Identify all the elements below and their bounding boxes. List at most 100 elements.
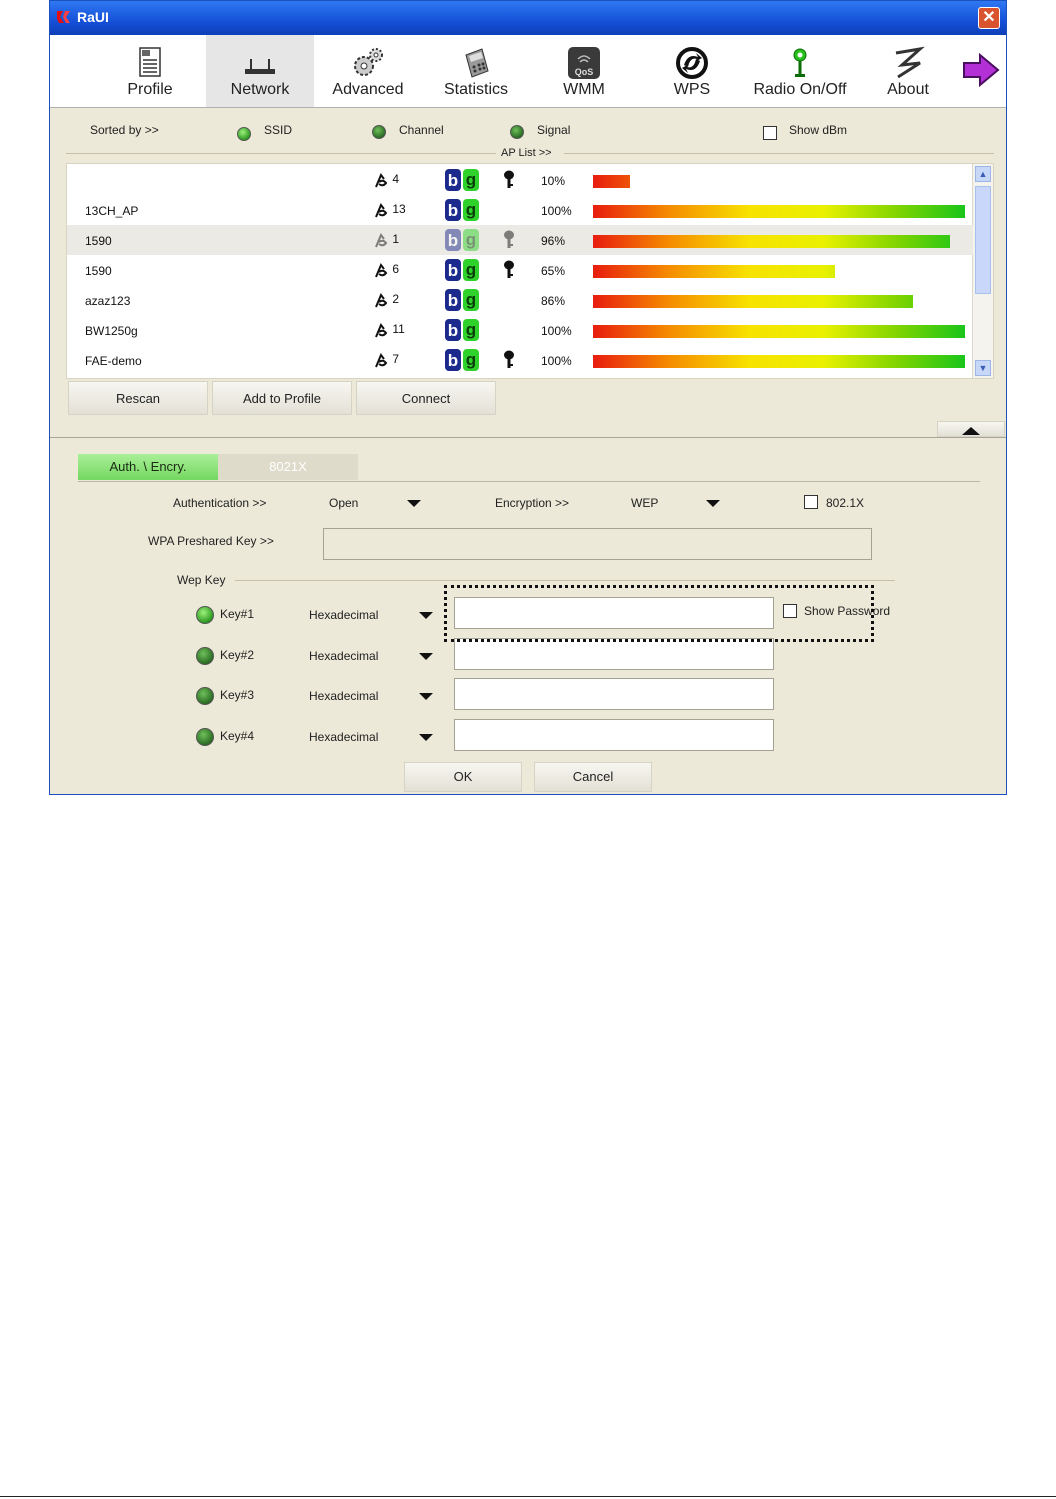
toolbar-profile-label: Profile — [127, 81, 173, 98]
channel-icon — [375, 263, 388, 278]
wep-key-radio[interactable] — [196, 646, 214, 665]
channel-icon — [375, 323, 388, 338]
toolbar-about-button[interactable]: About — [854, 35, 962, 107]
bg-mode-icon: bg — [445, 169, 479, 191]
main-toolbar: Profile Network Advanced Statistics QoS … — [50, 35, 1006, 108]
ap-channel: 2 — [373, 291, 399, 309]
encryption-select[interactable]: WEP — [631, 496, 658, 510]
wep-key-name: Key#1 — [220, 607, 255, 621]
wep-key-input[interactable] — [454, 718, 774, 751]
wep-key-input[interactable] — [454, 637, 774, 670]
window-title: RaUI — [77, 9, 109, 25]
ap-channel: 13 — [373, 201, 406, 219]
sort-ssid-radio[interactable] — [237, 127, 251, 141]
show-dbm-label: Show dBm — [789, 123, 848, 137]
wpa-psk-field[interactable] — [323, 528, 872, 560]
toolbar-wmm-label: WMM — [563, 81, 605, 98]
toolbar-about-label: About — [887, 81, 929, 98]
wep-key-label: Wep Key — [177, 573, 226, 587]
ap-ssid: 1590 — [85, 234, 112, 248]
ap-list-row[interactable]: azaz123 2 b g 86% — [67, 285, 973, 315]
channel-icon — [375, 173, 388, 188]
ap-list-row[interactable]: 13CH_AP 13 b g 100% — [67, 195, 973, 225]
rescan-button[interactable]: Rescan — [68, 381, 208, 415]
section-divider — [50, 437, 1006, 438]
wep-key-format-dropdown-icon[interactable] — [419, 612, 433, 619]
svg-text:g: g — [466, 170, 476, 189]
lock-key-icon — [504, 260, 514, 278]
channel-icon — [375, 293, 388, 308]
router-icon — [245, 59, 275, 74]
ap-list-row-partial[interactable] — [67, 375, 973, 378]
ralink-logo-icon — [57, 11, 70, 23]
cancel-button[interactable]: Cancel — [534, 762, 652, 792]
ok-button[interactable]: OK — [404, 762, 522, 792]
wep-key-format-dropdown-icon[interactable] — [419, 733, 433, 741]
wpa-psk-label: WPA Preshared Key >> — [148, 534, 274, 548]
dot1x-checkbox[interactable] — [804, 495, 818, 509]
highlight-frame — [444, 585, 874, 642]
svg-text:b: b — [448, 231, 458, 250]
wep-key-format-select[interactable]: Hexadecimal — [309, 689, 378, 703]
collapse-button[interactable] — [937, 421, 1005, 437]
toolbar-network-label: Network — [230, 81, 290, 98]
ap-list-row[interactable]: 1590 6 b g 65% — [67, 255, 973, 285]
connect-button[interactable]: Connect — [356, 381, 496, 415]
toolbar-wmm-button[interactable]: QoS WMM — [530, 35, 638, 107]
ap-list-scrollbar[interactable]: ▲ ▼ — [972, 164, 993, 378]
wep-key-radio[interactable] — [196, 606, 214, 624]
wep-key-radio[interactable] — [196, 727, 214, 746]
ap-channel-number: 1 — [392, 232, 400, 247]
add-to-profile-button[interactable]: Add to Profile — [212, 381, 352, 415]
about-icon — [895, 46, 925, 79]
svg-text:b: b — [448, 291, 458, 310]
wep-key-format-select[interactable]: Hexadecimal — [309, 608, 378, 622]
svg-text:g: g — [466, 350, 476, 369]
scroll-thumb[interactable] — [975, 186, 991, 294]
svg-text:g: g — [466, 200, 476, 219]
scroll-up-icon[interactable]: ▲ — [975, 166, 991, 182]
svg-text:g: g — [466, 320, 476, 339]
bg-mode-icon: bg — [445, 349, 479, 371]
qos-icon: QoS — [568, 47, 600, 79]
toolbar-statistics-label: Statistics — [443, 81, 508, 98]
authentication-select[interactable]: Open — [329, 496, 358, 510]
raui-window: RaUI ✕ Profile Network Advanced Statisti… — [49, 0, 1007, 795]
toolbar-wps-button[interactable]: WPS — [638, 35, 746, 107]
show-dbm-checkbox[interactable] — [763, 126, 777, 140]
wep-key-input[interactable] — [454, 678, 774, 711]
ap-signal-percent: 96% — [541, 234, 566, 248]
authentication-dropdown-icon[interactable] — [407, 500, 421, 507]
tab-8021x[interactable]: 8021X — [218, 454, 358, 480]
toolbar-next-button[interactable] — [958, 35, 1004, 107]
ap-list-row[interactable]: BW1250g 11 b g 100% — [67, 315, 973, 345]
wep-key-radio[interactable] — [196, 687, 214, 706]
tab-underline — [78, 481, 980, 482]
sort-channel-radio[interactable] — [372, 125, 386, 139]
toolbar-network-button[interactable]: Network — [206, 35, 314, 107]
wep-key-format-dropdown-icon[interactable] — [419, 652, 433, 660]
tab-auth-encry[interactable]: Auth. \ Encry. — [78, 454, 218, 480]
lock-key-icon — [504, 350, 514, 368]
toolbar-statistics-button[interactable]: Statistics — [422, 35, 530, 107]
toolbar-radio-button[interactable]: Radio On/Off — [738, 35, 862, 107]
svg-text:b: b — [448, 171, 458, 190]
close-button[interactable]: ✕ — [978, 7, 1000, 29]
wep-key-format-select[interactable]: Hexadecimal — [309, 730, 378, 744]
ap-list-row[interactable]: 1590 1 b g 96% — [67, 225, 973, 255]
encryption-dropdown-icon[interactable] — [706, 500, 720, 507]
toolbar-advanced-button[interactable]: Advanced — [314, 35, 422, 107]
wep-key-format-select[interactable]: Hexadecimal — [309, 649, 378, 663]
lock-key-icon — [504, 170, 514, 188]
wep-key-format-dropdown-icon[interactable] — [419, 693, 433, 701]
scroll-down-icon[interactable]: ▼ — [975, 360, 991, 376]
toolbar-profile-button[interactable]: Profile — [96, 35, 204, 107]
svg-text:g: g — [466, 290, 476, 309]
ap-list-row[interactable]: FAE-demo 7 b g 100% — [67, 345, 973, 375]
wep-key-rule — [235, 580, 895, 581]
ap-list[interactable]: ▲ ▼ 4 b g 10% 13CH_AP 13 b g 100% 1590 1 b g 96% 159… — [66, 163, 994, 379]
sort-signal-radio[interactable] — [510, 125, 524, 139]
title-bar[interactable]: RaUI ✕ — [50, 1, 1006, 35]
ap-list-row[interactable]: 4 b g 10% — [67, 165, 973, 195]
bg-mode-icon: bg — [445, 289, 479, 311]
